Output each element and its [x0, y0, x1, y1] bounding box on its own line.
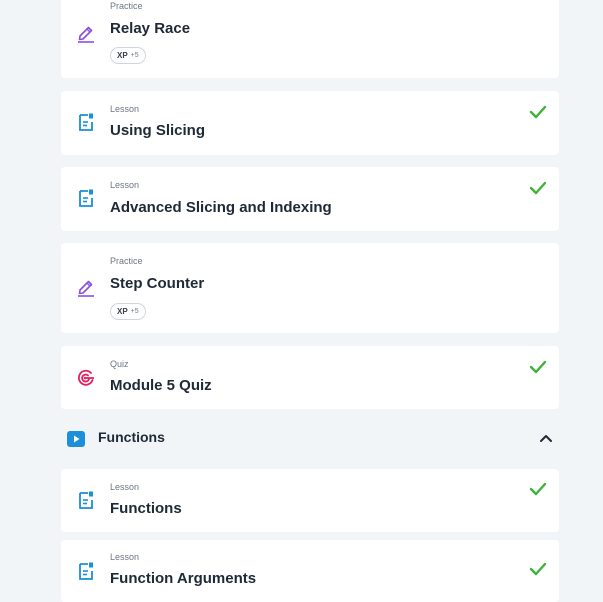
- item-type-label: Lesson: [110, 482, 140, 492]
- section-title: Functions: [98, 429, 165, 445]
- check-icon: [529, 360, 547, 374]
- list-item[interactable]: Practice Relay Race XP +5: [61, 0, 559, 78]
- item-title: Using Slicing: [110, 122, 206, 139]
- check-icon: [529, 105, 547, 119]
- item-type-label: Lesson: [110, 552, 140, 562]
- item-type-label: Practice: [110, 256, 143, 266]
- pencil-icon: [78, 26, 94, 43]
- document-icon: [79, 113, 93, 131]
- xp-points: +5: [130, 52, 139, 59]
- check-icon: [529, 482, 547, 496]
- item-title: Advanced Slicing and Indexing: [110, 199, 332, 216]
- list-item[interactable]: Lesson Using Slicing: [61, 91, 559, 155]
- item-title: Function Arguments: [110, 570, 257, 587]
- list-item[interactable]: Practice Step Counter XP +5: [61, 243, 559, 333]
- item-title: Module 5 Quiz: [110, 377, 212, 394]
- check-icon: [529, 181, 547, 195]
- check-icon: [529, 562, 547, 576]
- item-type-label: Lesson: [110, 180, 140, 190]
- document-icon: [79, 562, 93, 580]
- target-icon: [77, 369, 94, 386]
- list-item[interactable]: Lesson Functions: [61, 469, 559, 532]
- pencil-icon: [78, 280, 94, 297]
- xp-label: XP: [117, 51, 128, 60]
- list-item[interactable]: Lesson Advanced Slicing and Indexing: [61, 167, 559, 231]
- document-icon: [79, 189, 93, 207]
- xp-badge: XP +5: [110, 47, 146, 64]
- item-type-label: Practice: [110, 1, 143, 11]
- item-type-label: Lesson: [110, 104, 140, 114]
- list-item[interactable]: Quiz Module 5 Quiz: [61, 346, 559, 409]
- play-icon: [67, 431, 85, 447]
- xp-badge: XP +5: [110, 303, 146, 320]
- item-title: Relay Race: [110, 20, 191, 37]
- item-title: Step Counter: [110, 275, 205, 292]
- section-header-functions[interactable]: Functions: [61, 418, 559, 458]
- chevron-up-icon[interactable]: [539, 433, 553, 443]
- xp-points: +5: [130, 308, 139, 315]
- item-title: Functions: [110, 500, 182, 517]
- xp-label: XP: [117, 307, 128, 316]
- item-type-label: Quiz: [110, 359, 129, 369]
- document-icon: [79, 491, 93, 509]
- list-item[interactable]: Lesson Function Arguments: [61, 540, 559, 602]
